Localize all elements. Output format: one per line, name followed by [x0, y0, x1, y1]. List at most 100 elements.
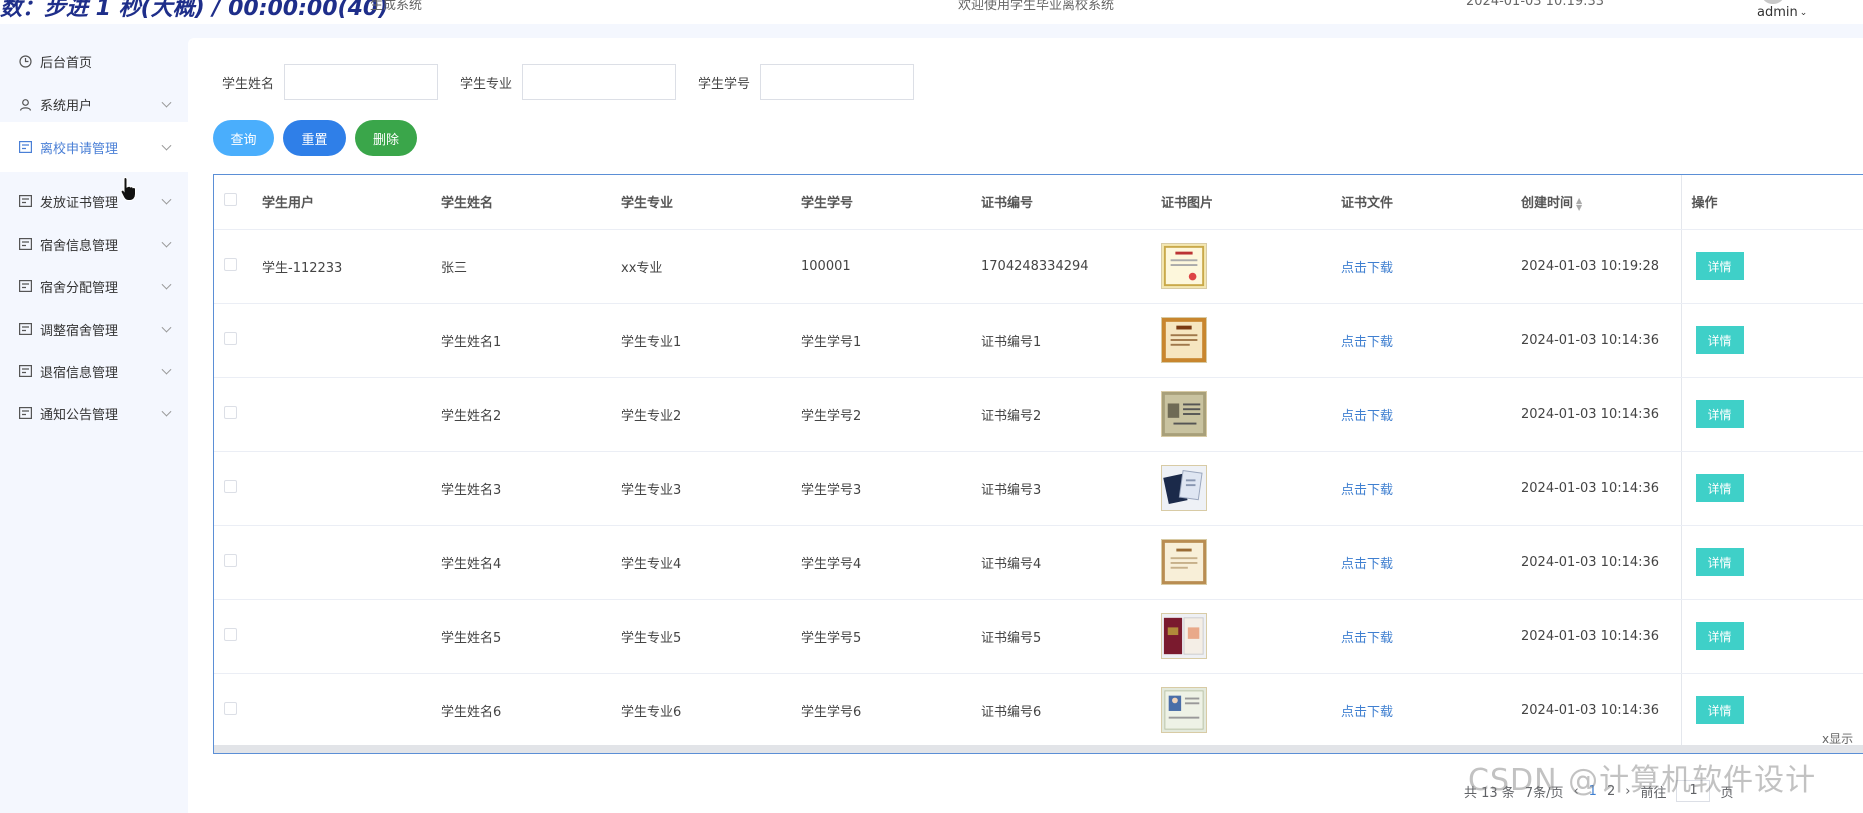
cell-major: 学生专业4: [621, 525, 801, 600]
cell-created: 2024-01-03 10:14:36: [1521, 451, 1681, 526]
system-name: 生成系统: [370, 0, 423, 13]
cell-cert-no: 证书编号6: [981, 673, 1161, 748]
detail-button[interactable]: 详情: [1695, 622, 1744, 650]
detail-button[interactable]: 详情: [1695, 326, 1744, 354]
sidebar-item-label: 发放证书管理: [40, 195, 119, 211]
row-checkbox[interactable]: [224, 553, 237, 567]
clock-icon: [18, 54, 32, 68]
row-checkbox[interactable]: [224, 627, 237, 641]
cell-student-id: 学生学号6: [801, 673, 981, 748]
select-all-checkbox[interactable]: [224, 193, 237, 207]
cell-student-id: 学生学号1: [801, 303, 981, 378]
hand-cursor-icon: [120, 176, 136, 201]
cell-cert-image: [1161, 377, 1341, 452]
cell-created: 2024-01-03 10:19:28: [1521, 229, 1681, 304]
cell-cert-no: 证书编号2: [981, 377, 1161, 452]
chevron-down-icon: [161, 140, 172, 151]
student-name-label: 学生姓名: [222, 76, 275, 92]
detail-button[interactable]: 详情: [1695, 252, 1744, 280]
cell-created: 2024-01-03 10:14:36: [1521, 525, 1681, 600]
sidebar: 后台首页 系统用户 离校申请管理 发放证书管理 宿舍信息管理 宿舍分配管理 调整…: [0, 24, 188, 813]
row-checkbox[interactable]: [224, 701, 237, 715]
user-menu[interactable]: admin ⌄: [1757, 5, 1807, 20]
cell-cert-no: 证书编号4: [981, 525, 1161, 600]
download-link[interactable]: 点击下载: [1341, 705, 1393, 720]
table-row: 学生姓名1 学生专业1 学生学号1 证书编号1 点击下载 2024-01-03 …: [214, 303, 1863, 378]
row-checkbox[interactable]: [224, 257, 237, 271]
column-header: 证书文件: [1341, 175, 1521, 230]
table-header-row: 学生用户 学生姓名 学生专业 学生学号 证书编号 证书图片 证书文件 创建时间 ▲…: [214, 175, 1863, 230]
cell-major: 学生专业1: [621, 303, 801, 378]
download-link[interactable]: 点击下载: [1341, 409, 1393, 424]
table-row: 学生姓名6 学生专业6 学生学号6 证书编号6 点击下载 2024-01-03 …: [214, 673, 1863, 748]
cell-cert-image: [1161, 303, 1341, 378]
sidebar-item-label: 后台首页: [40, 55, 93, 71]
cell-cert-no: 证书编号1: [981, 303, 1161, 378]
cell-user: [262, 451, 441, 526]
user-icon: [18, 97, 32, 111]
student-major-input[interactable]: [522, 64, 677, 100]
cell-major: 学生专业3: [621, 451, 801, 526]
cell-created: 2024-01-03 10:14:36: [1521, 673, 1681, 748]
cell-cert-image: [1161, 451, 1341, 526]
cell-name: 学生姓名4: [441, 525, 621, 600]
chevron-down-icon: [161, 322, 172, 333]
column-header: 学生用户: [262, 175, 441, 230]
column-header-sortable[interactable]: 创建时间 ▲ ▼: [1521, 175, 1681, 230]
row-checkbox[interactable]: [224, 405, 237, 419]
download-link[interactable]: 点击下载: [1341, 261, 1393, 276]
top-header: 数：步进 1 秒(大概) / 00:00:00(40) 生成系统 欢迎使用学生毕…: [0, 0, 1863, 24]
detail-button[interactable]: 详情: [1695, 548, 1744, 576]
cell-created: 2024-01-03 10:14:36: [1521, 377, 1681, 452]
table-row: 学生-112233 张三 xx专业 100001 1704248334294 点…: [214, 229, 1863, 304]
row-checkbox[interactable]: [224, 479, 237, 493]
detail-button[interactable]: 详情: [1695, 400, 1744, 428]
edge-text: x显示: [1822, 732, 1854, 746]
column-header: 证书编号: [981, 175, 1161, 230]
detail-button[interactable]: 详情: [1695, 696, 1744, 724]
certificate-thumbnail[interactable]: [1161, 391, 1207, 437]
sidebar-item-label: 离校申请管理: [40, 141, 119, 157]
sort-icon[interactable]: ▲ ▼: [1576, 196, 1582, 211]
action-buttons: 查询 重置 删除: [213, 120, 417, 156]
horizontal-scrollbar[interactable]: [214, 745, 1863, 753]
column-header: 学生学号: [801, 175, 981, 230]
cell-student-id: 学生学号2: [801, 377, 981, 452]
list-icon: [18, 194, 32, 208]
certificate-thumbnail[interactable]: [1161, 465, 1207, 511]
sidebar-item-label: 宿舍分配管理: [40, 280, 119, 296]
certificate-thumbnail[interactable]: [1161, 687, 1207, 733]
delete-button[interactable]: 删除: [355, 120, 417, 156]
avatar[interactable]: [1762, 0, 1784, 4]
student-id-input[interactable]: [760, 64, 915, 100]
cell-action: 详情: [1680, 303, 1863, 378]
cell-action: 详情: [1680, 599, 1863, 674]
cell-major: xx专业: [621, 229, 801, 304]
certificate-thumbnail[interactable]: [1161, 613, 1207, 659]
cell-file: 点击下载: [1341, 673, 1521, 748]
certificate-thumbnail[interactable]: [1161, 243, 1207, 289]
cell-created: 2024-01-03 10:14:36: [1521, 303, 1681, 378]
column-header: 操作: [1680, 175, 1863, 230]
student-name-input[interactable]: [284, 64, 439, 100]
cell-major: 学生专业2: [621, 377, 801, 452]
detail-button[interactable]: 详情: [1695, 474, 1744, 502]
chevron-down-icon: [161, 237, 172, 248]
sidebar-item-notice[interactable]: 通知公告管理: [0, 388, 188, 438]
cell-action: 详情: [1680, 525, 1863, 600]
download-link[interactable]: 点击下载: [1341, 631, 1393, 646]
table-row: 学生姓名2 学生专业2 学生学号2 证书编号2 点击下载 2024-01-03 …: [214, 377, 1863, 452]
query-button[interactable]: 查询: [213, 120, 274, 156]
row-checkbox[interactable]: [224, 331, 237, 345]
reset-button[interactable]: 重置: [283, 120, 346, 156]
cell-student-id: 学生学号3: [801, 451, 981, 526]
download-link[interactable]: 点击下载: [1341, 483, 1393, 498]
welcome-text: 欢迎使用学生毕业离校系统: [958, 0, 1115, 13]
certificate-thumbnail[interactable]: [1161, 317, 1207, 363]
cell-name: 学生姓名5: [441, 599, 621, 674]
chevron-down-icon: [161, 194, 172, 205]
download-link[interactable]: 点击下载: [1341, 335, 1393, 350]
download-link[interactable]: 点击下载: [1341, 557, 1393, 572]
sidebar-item-leave-application[interactable]: 离校申请管理: [0, 122, 188, 172]
certificate-thumbnail[interactable]: [1161, 539, 1207, 585]
